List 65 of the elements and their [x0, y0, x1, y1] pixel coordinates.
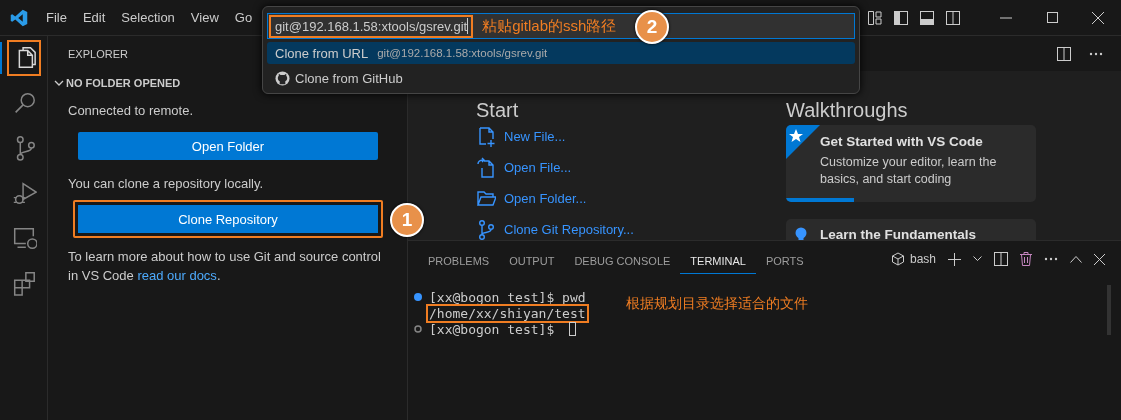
start-link[interactable]: Open Folder... — [476, 183, 587, 214]
annotation-text: 根据规划目录选择适合的文件 — [626, 295, 808, 313]
menu-item[interactable]: View — [182, 7, 227, 28]
panel-tab[interactable]: PORTS — [755, 244, 814, 274]
close-icon[interactable] — [1094, 253, 1105, 265]
chevron-icon — [54, 78, 64, 88]
annotation-text: 粘贴gitlab的ssh路径 — [482, 16, 617, 36]
terminal-line: [xx@bogon test]$ pwd — [428, 289, 587, 305]
sidebar-title: EXPLORER — [68, 48, 128, 61]
start-link[interactable]: Clone Git Repository... — [476, 214, 634, 240]
github-icon — [275, 70, 290, 86]
panel-tab[interactable]: DEBUG CONSOLE — [564, 244, 681, 274]
chevron-up-icon[interactable] — [1070, 255, 1082, 263]
docs-link[interactable]: read our docs — [137, 268, 217, 283]
branch-icon — [476, 218, 496, 240]
new-file-icon — [476, 125, 496, 148]
split-layout-icon[interactable] — [945, 9, 961, 26]
more-icon[interactable] — [1089, 51, 1103, 56]
walkthroughs-heading: Walkthroughs — [786, 99, 908, 121]
start-link[interactable]: Open File... — [476, 152, 572, 183]
clone-repository-button[interactable]: Clone Repository — [73, 200, 383, 238]
close-icon[interactable] — [1092, 11, 1104, 24]
card-title: Learn the Fundamentals — [820, 227, 978, 240]
terminal-line: [xx@bogon test]$ — [428, 321, 556, 337]
panel-tab[interactable]: PROBLEMS — [418, 244, 500, 274]
plus-icon[interactable] — [948, 252, 961, 266]
walkthrough-card[interactable]: Get Started with VS Code Customize your editor, learn the basics, and start coding — [786, 125, 1036, 202]
remote-status-text: Connected to remote. — [68, 103, 195, 118]
section-header[interactable]: NO FOLDER OPENED — [54, 77, 181, 89]
status-dot-icon — [414, 325, 422, 333]
star-icon — [786, 125, 820, 159]
step-badge: 2 — [635, 10, 669, 44]
terminal-shell-tab[interactable]: bash — [890, 252, 936, 266]
quick-pick-item[interactable]: Clone from URL git@192.168.1.58:xtools/gsrev.git — [267, 42, 855, 64]
open-file-icon — [476, 156, 496, 179]
clone-hint-text: You can clone a repository locally. — [68, 176, 265, 191]
open-folder-button[interactable]: Open Folder — [78, 132, 378, 160]
card-description: Customize your editor, learn the basics, and start coding — [820, 154, 998, 188]
quick-pick-item[interactable]: Clone from GitHub — [267, 67, 855, 89]
split-editor-icon[interactable] — [1057, 46, 1071, 61]
split-terminal-icon[interactable] — [994, 252, 1008, 266]
terminal-line: /home/xx/shiyan/test — [428, 305, 587, 321]
panel-toggle-icon[interactable] — [919, 9, 935, 26]
status-dot-icon — [414, 293, 422, 301]
start-heading: Start — [476, 99, 519, 121]
step-badge: 1 — [390, 203, 424, 237]
panel-tab[interactable]: OUTPUT — [499, 244, 565, 274]
menu-item[interactable]: Edit — [74, 7, 114, 28]
card-title: Get Started with VS Code — [820, 134, 984, 149]
cube-icon — [890, 252, 905, 266]
start-link[interactable]: New File... — [476, 121, 566, 152]
layout-icon[interactable] — [867, 9, 883, 26]
menu-item[interactable]: Go — [226, 7, 261, 28]
chevron-down-icon[interactable] — [973, 256, 982, 262]
menu-item[interactable]: File — [38, 7, 75, 28]
more-icon[interactable] — [1044, 257, 1058, 261]
trash-icon[interactable] — [1020, 252, 1032, 266]
sidebar-toggle-icon[interactable] — [893, 9, 909, 26]
minimize-icon[interactable] — [1000, 16, 1012, 19]
panel-tab[interactable]: TERMINAL — [680, 244, 756, 274]
logo-icon — [10, 8, 28, 27]
maximize-icon[interactable] — [1046, 12, 1058, 23]
walkthrough-card[interactable]: Learn the Fundamentals — [786, 219, 1036, 240]
menu-item[interactable]: Selection — [113, 7, 183, 28]
docs-paragraph: To learn more about how to use Git and source control in VS Code read our docs. — [68, 248, 382, 285]
